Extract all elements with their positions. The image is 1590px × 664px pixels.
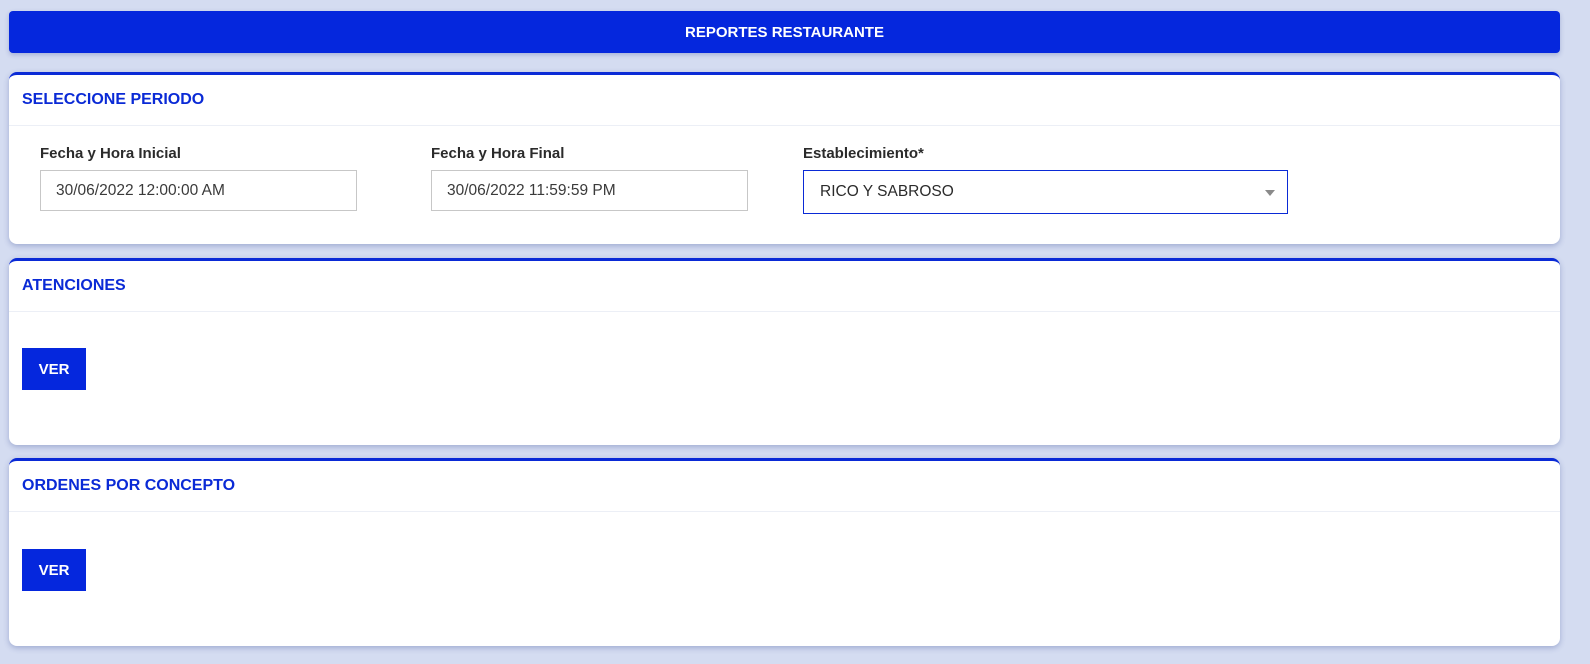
atenciones-title: ATENCIONES [22,277,126,294]
periodo-card: SELECCIONE PERIODO Fecha y Hora Inicial … [9,72,1560,244]
fecha-final-label: Fecha y Hora Final [431,145,565,162]
periodo-title: SELECCIONE PERIODO [22,91,205,108]
fecha-final-input[interactable]: 30/06/2022 11:59:59 PM [431,170,748,211]
chevron-down-icon [1265,190,1275,196]
atenciones-card: ATENCIONES VER [9,258,1560,445]
ordenes-ver-button[interactable]: VER [22,549,86,591]
atenciones-card-header: ATENCIONES [9,261,1560,312]
fecha-final-value: 30/06/2022 11:59:59 PM [447,181,616,199]
periodo-card-header: SELECCIONE PERIODO [9,75,1560,126]
page-header: REPORTES RESTAURANTE [9,11,1560,53]
ordenes-title: ORDENES POR CONCEPTO [22,477,236,494]
fecha-inicial-label: Fecha y Hora Inicial [40,145,181,162]
reportes-page: REPORTES RESTAURANTE SELECCIONE PERIODO … [0,0,1590,664]
ordenes-card-header: ORDENES POR CONCEPTO [9,461,1560,512]
fecha-inicial-input[interactable]: 30/06/2022 12:00:00 AM [40,170,357,211]
establecimiento-selected-value: RICO Y SABROSO [820,183,954,200]
page-title: REPORTES RESTAURANTE [685,23,884,41]
fecha-inicial-value: 30/06/2022 12:00:00 AM [56,181,225,199]
establecimiento-label: Establecimiento* [803,145,924,162]
ordenes-card: ORDENES POR CONCEPTO VER [9,458,1560,646]
atenciones-ver-button[interactable]: VER [22,348,86,390]
establecimiento-select[interactable]: RICO Y SABROSO [803,170,1288,214]
